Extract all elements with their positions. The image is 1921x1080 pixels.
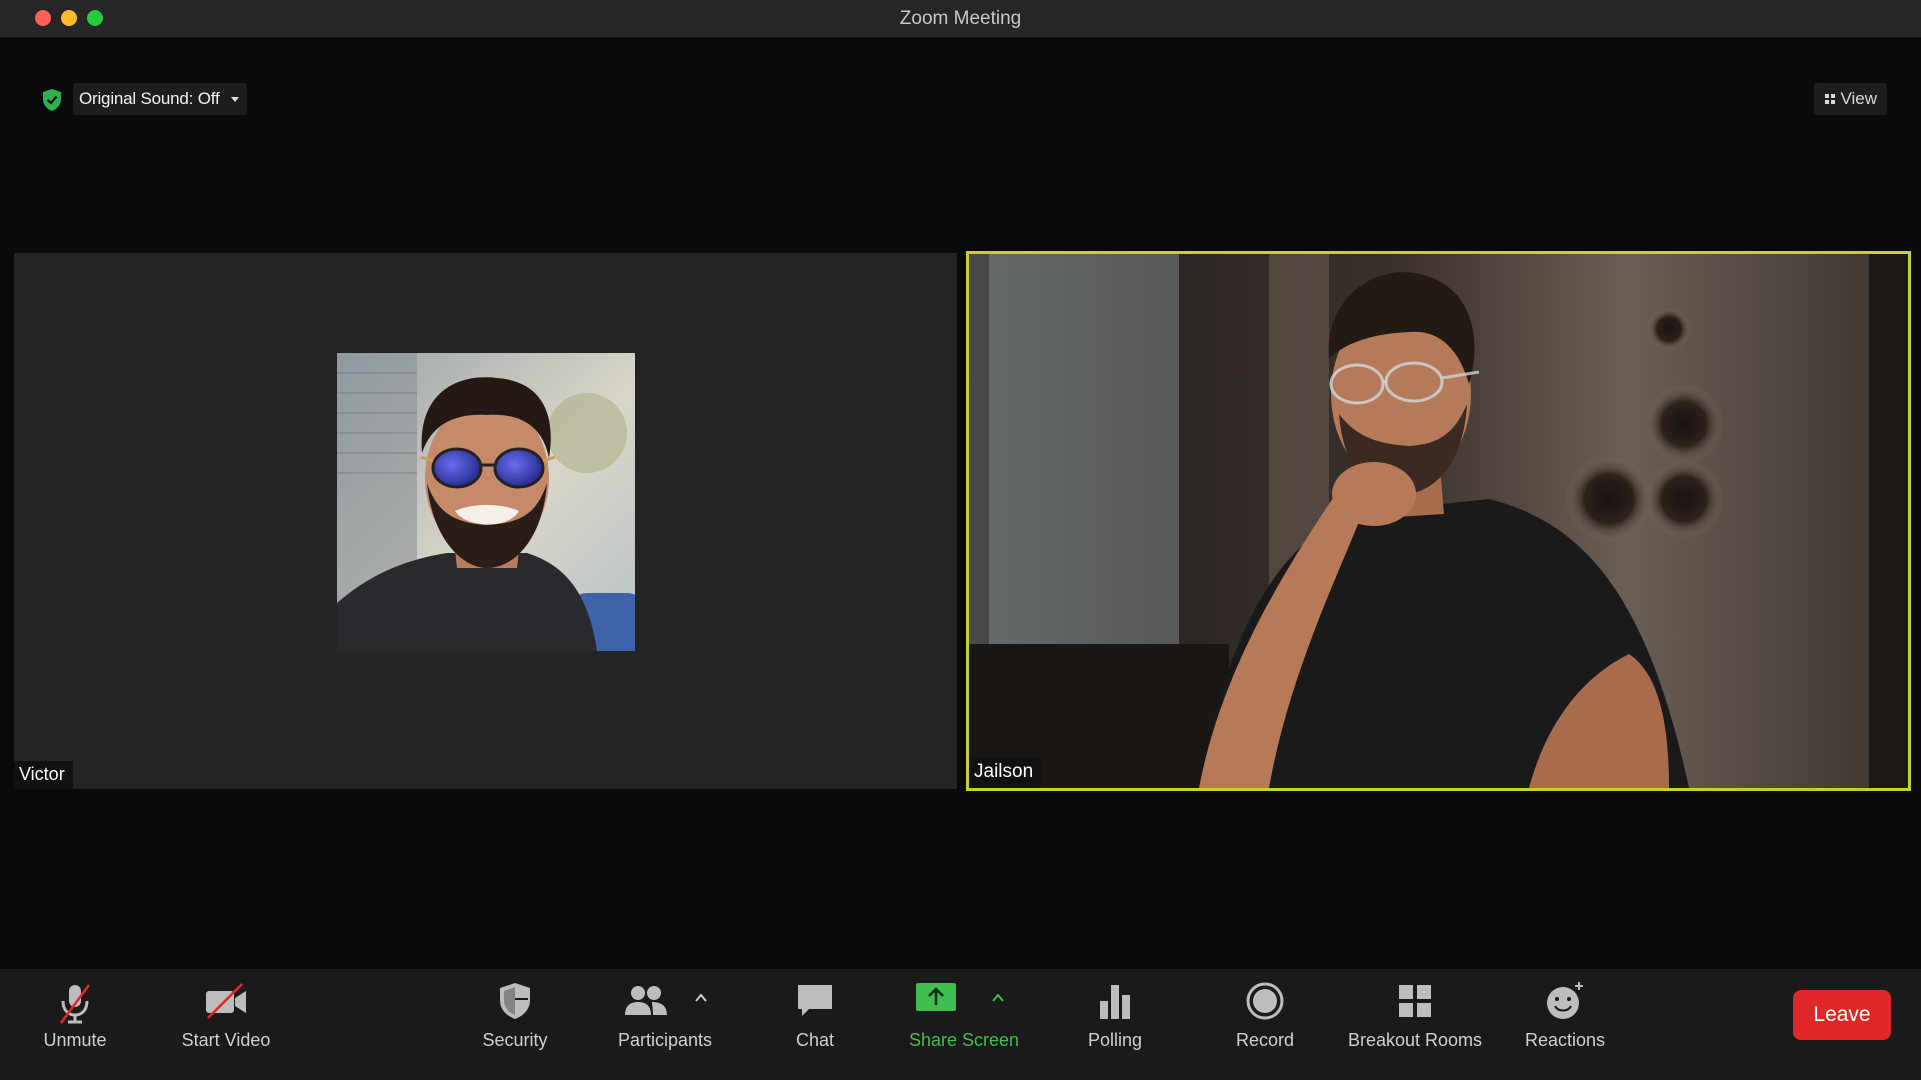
- participant-tile-victor[interactable]: Victor: [14, 253, 957, 789]
- participants-button[interactable]: Participants: [612, 969, 718, 1080]
- breakout-rooms-label: Breakout Rooms: [1347, 1030, 1483, 1050]
- leave-button[interactable]: Leave: [1793, 990, 1891, 1040]
- start-video-button[interactable]: Start Video: [166, 969, 286, 1080]
- view-label: View: [1840, 89, 1877, 108]
- profile-photo: [337, 353, 635, 651]
- emoji-add-icon: [1547, 982, 1583, 1019]
- participants-label: Participants: [617, 1030, 713, 1050]
- chat-bubble-icon: [798, 985, 832, 1016]
- title-bar: Zoom Meeting: [0, 0, 1921, 38]
- original-sound-dropdown[interactable]: Original Sound: Off: [73, 83, 248, 115]
- participant-tile-jailson[interactable]: Jailson: [966, 251, 1911, 791]
- share-screen-icon: [916, 983, 956, 1011]
- share-screen-label: Share Screen: [908, 1030, 1020, 1050]
- breakout-rooms-button[interactable]: Breakout Rooms: [1345, 969, 1485, 1080]
- security-label: Security: [482, 1030, 548, 1050]
- start-video-label: Start Video: [181, 1030, 271, 1050]
- meeting-stage: Original Sound: Off View Victor Jailson: [0, 39, 1921, 969]
- record-label: Record: [1235, 1030, 1295, 1050]
- share-screen-button[interactable]: Share Screen: [906, 969, 1022, 1080]
- view-button[interactable]: View: [1814, 83, 1887, 115]
- polling-label: Polling: [1087, 1030, 1143, 1050]
- video-camera-off-icon: [206, 983, 246, 1019]
- record-button[interactable]: Record: [1225, 969, 1305, 1080]
- security-button[interactable]: Security: [465, 969, 565, 1080]
- record-icon: [1246, 982, 1284, 1020]
- polling-button[interactable]: Polling: [1075, 969, 1155, 1080]
- unmute-label: Unmute: [43, 1030, 107, 1050]
- encryption-shield-icon[interactable]: [41, 88, 63, 112]
- share-screen-options-chevron-up-icon[interactable]: [991, 991, 1005, 1005]
- meeting-toolbar: Unmute Start Video Security Participants: [0, 969, 1921, 1080]
- chevron-down-icon: [231, 97, 240, 102]
- shield-icon: [500, 983, 530, 1019]
- chat-label: Chat: [795, 1030, 835, 1050]
- people-icon: [625, 986, 667, 1015]
- original-sound-label: Original Sound: Off: [79, 89, 220, 108]
- grid-view-icon: [1825, 94, 1836, 104]
- avatar: [337, 353, 635, 651]
- microphone-muted-icon: [59, 984, 91, 1024]
- breakout-rooms-grid-icon: [1399, 985, 1431, 1017]
- reactions-button[interactable]: Reactions: [1515, 969, 1615, 1080]
- unmute-button[interactable]: Unmute: [25, 969, 125, 1080]
- participants-options-chevron-up-icon[interactable]: [694, 991, 708, 1005]
- window-title: Zoom Meeting: [899, 8, 1022, 29]
- participant-video: [969, 254, 1908, 788]
- participant-name-victor: Victor: [14, 761, 73, 789]
- chat-button[interactable]: Chat: [775, 969, 855, 1080]
- bar-chart-icon: [1100, 985, 1130, 1019]
- participant-name-jailson: Jailson: [969, 757, 1042, 788]
- reactions-label: Reactions: [1524, 1030, 1606, 1050]
